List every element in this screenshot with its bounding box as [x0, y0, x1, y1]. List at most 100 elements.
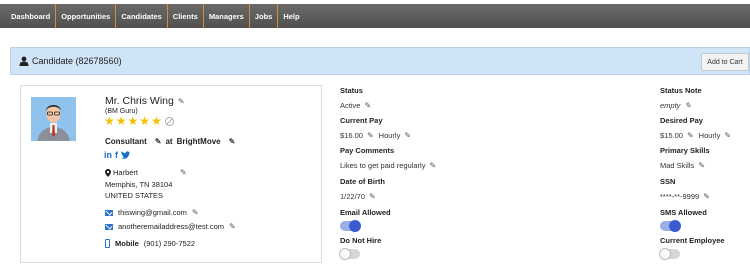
clear-rating-icon[interactable]: [164, 116, 174, 126]
candidate-card: Mr. Chris Wing ✎ (BM Guru) ★ ★ ★ ★ ★ Cons…: [20, 85, 322, 263]
phone-icon: [105, 239, 110, 248]
field-value: Active ✎: [340, 101, 371, 110]
edit-pencil-icon[interactable]: ✎: [684, 101, 691, 110]
current-pay-unit: Hourly: [378, 131, 401, 140]
company-name: BrightMove: [176, 137, 221, 146]
field-label: Current Employee: [660, 236, 725, 245]
toggle-knob: [659, 248, 671, 260]
star-icon[interactable]: ★: [104, 115, 115, 127]
field-label: Status Note: [660, 86, 702, 95]
field-value: ****-**-9999 ✎: [660, 192, 710, 201]
toggle-knob: [339, 248, 351, 260]
edit-pencil-icon[interactable]: ✎: [404, 131, 411, 140]
field-status-note: Status Note empty ✎: [660, 86, 702, 110]
field-email-allowed: Email Allowed: [340, 208, 391, 232]
email-allowed-toggle[interactable]: [340, 220, 361, 232]
edit-pencil-icon[interactable]: ✎: [429, 161, 436, 170]
edit-pencil-icon[interactable]: ✎: [364, 101, 371, 110]
edit-pencil-icon[interactable]: ✎: [698, 161, 705, 170]
user-icon: [19, 56, 29, 66]
star-icon[interactable]: ★: [116, 115, 127, 127]
field-label: Email Allowed: [340, 208, 391, 217]
field-desired-pay: Desired Pay $15.00 ✎ Hourly ✎: [660, 116, 731, 140]
field-date-of-birth: Date of Birth 1/22/70 ✎: [340, 177, 385, 201]
nav-clients[interactable]: Clients: [166, 4, 203, 28]
current-employee-toggle[interactable]: [659, 248, 680, 260]
address-line2: Memphis, TN 38104: [105, 179, 173, 189]
edit-pencil-icon[interactable]: ✎: [687, 131, 694, 140]
pay-comments-value: Likes to get paid regularly: [340, 161, 426, 170]
edit-pencil-icon[interactable]: ✎: [178, 97, 185, 106]
email-primary[interactable]: thiswing@gmail.com: [118, 208, 187, 217]
toggle-knob: [669, 220, 681, 232]
edit-pencil-icon[interactable]: ✎: [180, 167, 187, 179]
ssn-value: ****-**-9999: [660, 192, 700, 201]
email-row: thiswing@gmail.com ✎: [105, 208, 199, 217]
nav-jobs[interactable]: Jobs: [248, 4, 278, 28]
nav-candidates[interactable]: Candidates: [115, 4, 166, 28]
field-value: $15.00 ✎ Hourly ✎: [660, 131, 731, 140]
map-marker-icon: [105, 168, 111, 177]
top-nav: Dashboard Opportunities Candidates Clien…: [0, 4, 750, 28]
twitter-icon[interactable]: [121, 151, 130, 159]
star-icon[interactable]: ★: [139, 115, 150, 127]
star-icon[interactable]: ★: [151, 115, 162, 127]
page-title: Candidate (82678560): [32, 56, 122, 66]
edit-pencil-icon[interactable]: ✎: [192, 208, 199, 217]
status-note-value: empty: [660, 101, 681, 110]
desired-pay-value: $15.00: [660, 131, 683, 140]
field-label: SMS Allowed: [660, 208, 707, 217]
do-not-hire-toggle[interactable]: [339, 248, 360, 260]
field-value: 1/22/70 ✎: [340, 192, 385, 201]
field-current-pay: Current Pay $16.00 ✎ Hourly ✎: [340, 116, 411, 140]
social-links: in f: [104, 150, 130, 160]
edit-pencil-icon[interactable]: ✎: [369, 192, 376, 201]
field-label: Date of Birth: [340, 177, 385, 186]
edit-pencil-icon[interactable]: ✎: [703, 192, 710, 201]
desired-pay-unit: Hourly: [698, 131, 721, 140]
candidate-name: Mr. Chris Wing ✎: [105, 95, 185, 107]
edit-pencil-icon[interactable]: ✎: [724, 131, 731, 140]
field-primary-skills: Primary Skills Mad Skills ✎: [660, 146, 710, 170]
nav-dashboard[interactable]: Dashboard: [7, 4, 55, 28]
facebook-icon[interactable]: f: [115, 150, 118, 160]
edit-pencil-icon[interactable]: ✎: [229, 222, 236, 231]
avatar: [31, 97, 76, 141]
candidate-header: Candidate (82678560) Add to Cart: [10, 47, 750, 75]
field-label: SSN: [660, 177, 676, 186]
linkedin-icon[interactable]: in: [104, 150, 112, 160]
envelope-icon: [105, 209, 113, 216]
nav-managers[interactable]: Managers: [202, 4, 249, 28]
field-label: Primary Skills: [660, 146, 710, 155]
field-sms-allowed: SMS Allowed: [660, 208, 707, 232]
role-title: Consultant: [105, 137, 147, 146]
sms-allowed-toggle[interactable]: [660, 220, 681, 232]
field-status: Status Active ✎: [340, 86, 371, 110]
status-value: Active: [340, 101, 361, 110]
field-ssn: SSN ****-**-9999 ✎: [660, 177, 710, 201]
field-label: Pay Comments: [340, 146, 395, 155]
star-icon[interactable]: ★: [128, 115, 139, 127]
field-label: Desired Pay: [660, 116, 703, 125]
field-do-not-hire: Do Not Hire: [339, 236, 381, 260]
candidate-name-text: Mr. Chris Wing: [105, 95, 174, 107]
field-label: Status: [340, 86, 363, 95]
field-pay-comments: Pay Comments Likes to get paid regularly…: [340, 146, 436, 170]
phone-number[interactable]: (901) 290-7522: [144, 239, 195, 248]
field-label: Current Pay: [340, 116, 383, 125]
field-value: empty ✎: [660, 101, 702, 110]
rating-stars[interactable]: ★ ★ ★ ★ ★: [104, 115, 174, 127]
phone-row: Mobile (901) 290-7522: [105, 239, 195, 248]
email-secondary[interactable]: anotheremailaddress@test.com: [118, 222, 224, 231]
edit-pencil-icon[interactable]: ✎: [155, 137, 162, 146]
add-to-cart-button[interactable]: Add to Cart: [701, 53, 749, 71]
candidate-role: Consultant ✎ at BrightMove ✎: [105, 137, 235, 146]
address-line1: Harbert: [113, 168, 139, 177]
edit-pencil-icon[interactable]: ✎: [367, 131, 374, 140]
field-current-employee: Current Employee: [659, 236, 725, 260]
nav-help[interactable]: Help: [277, 4, 304, 28]
edit-pencil-icon[interactable]: ✎: [229, 137, 236, 146]
envelope-icon: [105, 223, 113, 230]
address-line3: UNITED STATES: [105, 191, 164, 200]
nav-opportunities[interactable]: Opportunities: [55, 4, 115, 28]
